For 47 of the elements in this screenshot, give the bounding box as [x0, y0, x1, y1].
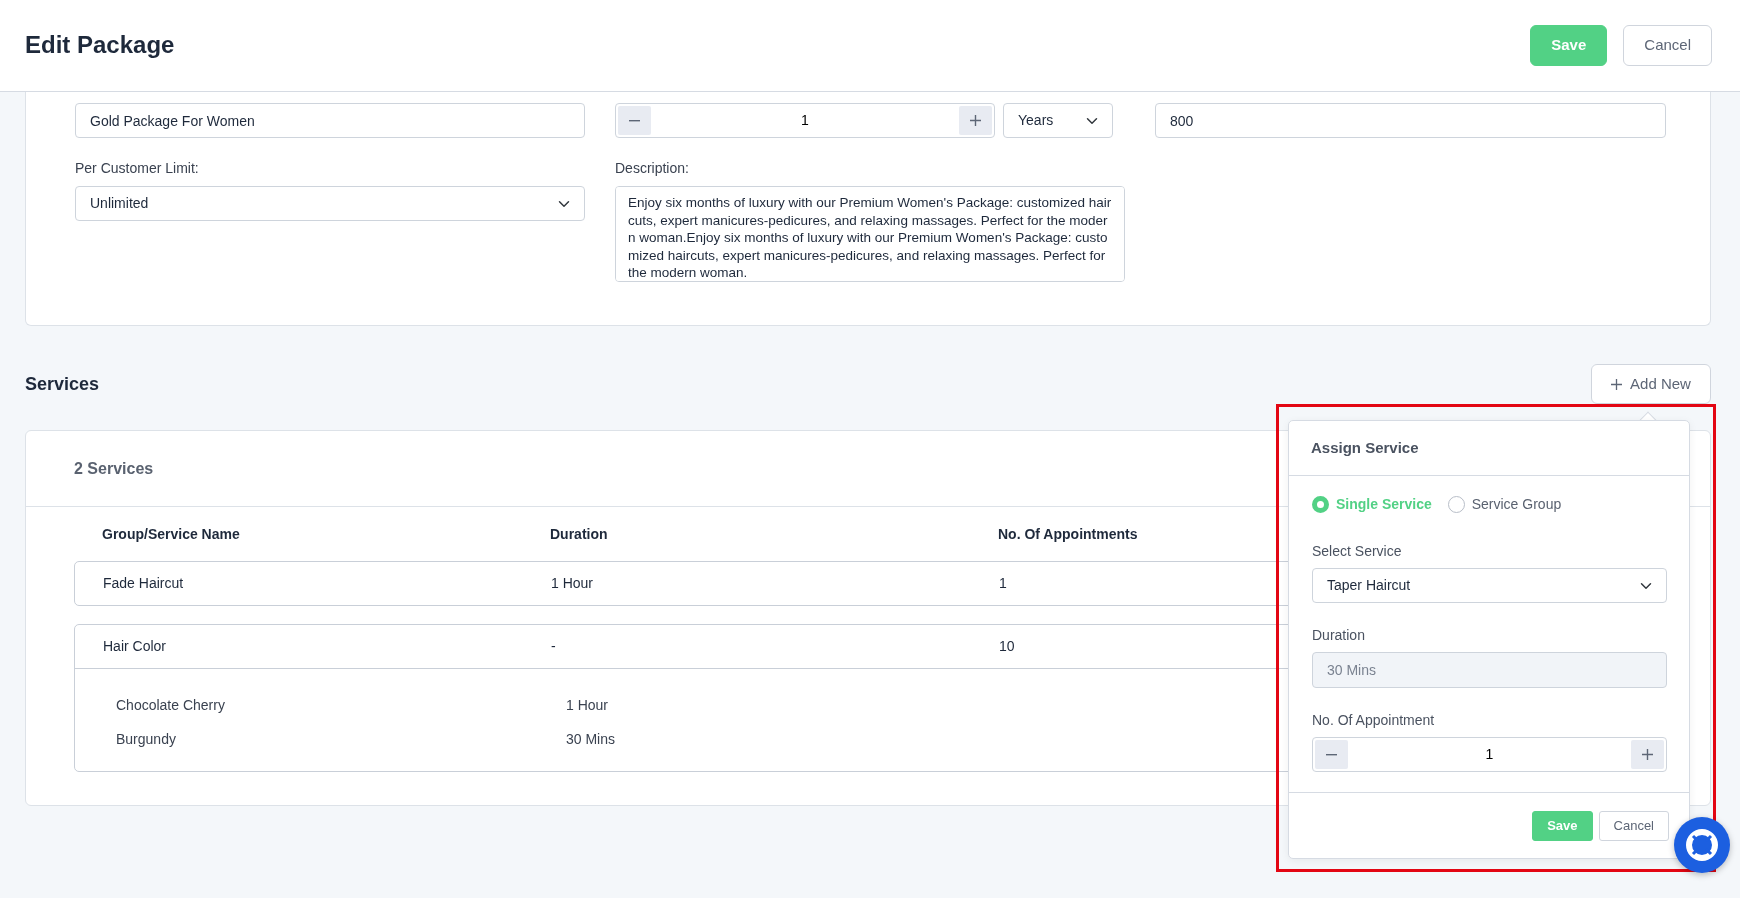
- table-cell: 10: [999, 638, 1015, 654]
- table-cell: Fade Haircut: [103, 575, 184, 591]
- service-select[interactable]: Taper Haircut: [1312, 568, 1667, 603]
- duration-unit-select[interactable]: Years: [1003, 103, 1113, 138]
- field-label: No. Of Appointment: [1312, 711, 1436, 730]
- description-field[interactable]: Enjoy six months of luxury with our Premium Women's Package: customized haircuts, expert manicures-pedicures, and relaxing massages. Perfect for the modern woman.Enjoy six months of luxury with our Premium Women's Package: customized haircuts, expert manicures-pedicures, and relaxing massages. Perfect for the modern woman.: [615, 186, 1125, 282]
- decrement-button[interactable]: [618, 106, 651, 135]
- customer-limit-select[interactable]: Unlimited: [75, 186, 585, 221]
- increment-button[interactable]: [1631, 740, 1664, 769]
- cancel-button[interactable]: Cancel: [1598, 810, 1669, 841]
- lifebuoy-icon: [1685, 828, 1719, 862]
- field-label: Duration: [1312, 626, 1366, 645]
- plus-icon: [1611, 378, 1623, 390]
- popover-title: Assign Service: [1311, 437, 1419, 458]
- appointment-stepper[interactable]: 1: [1312, 737, 1667, 772]
- column-header: Group/Service Name: [102, 525, 240, 542]
- minus-icon: [629, 119, 640, 122]
- duration-stepper[interactable]: 1: [615, 103, 995, 138]
- radio-button[interactable]: [1447, 496, 1465, 513]
- radio-button[interactable]: [1312, 496, 1329, 513]
- field-label: Description:: [615, 159, 690, 178]
- radio-option[interactable]: Service Group: [1447, 494, 1562, 515]
- section-title: Services: [25, 372, 100, 396]
- table-cell: Chocolate Cherry: [116, 696, 225, 713]
- field-label: Per Customer Limit:: [75, 159, 200, 178]
- table-cell: 1: [999, 575, 1007, 591]
- column-header: No. Of Appointments: [998, 525, 1138, 542]
- page-title: Edit Package: [25, 31, 175, 60]
- add-new-button[interactable]: Add New: [1591, 364, 1711, 404]
- minus-icon: [1326, 753, 1337, 756]
- table-cell: 30 Mins: [566, 730, 616, 747]
- package-name-field[interactable]: Gold Package For Women: [75, 103, 585, 138]
- column-header: Duration: [550, 525, 608, 542]
- services-count: 2 Services: [74, 458, 154, 479]
- table-cell: Burgundy: [116, 730, 176, 747]
- table-cell: 1 Hour: [551, 575, 594, 591]
- table-cell: 1 Hour: [566, 696, 609, 713]
- decrement-button[interactable]: [1315, 740, 1348, 769]
- table-cell: -: [551, 638, 556, 654]
- price-field[interactable]: 800: [1155, 103, 1666, 138]
- field-label: Select Service: [1312, 542, 1403, 561]
- increment-button[interactable]: [959, 106, 992, 135]
- plus-icon: [970, 115, 981, 126]
- plus-icon: [1642, 749, 1653, 760]
- table-cell: Hair Color: [103, 638, 166, 654]
- help-button[interactable]: [1674, 817, 1730, 873]
- cancel-button[interactable]: Cancel: [1623, 25, 1712, 66]
